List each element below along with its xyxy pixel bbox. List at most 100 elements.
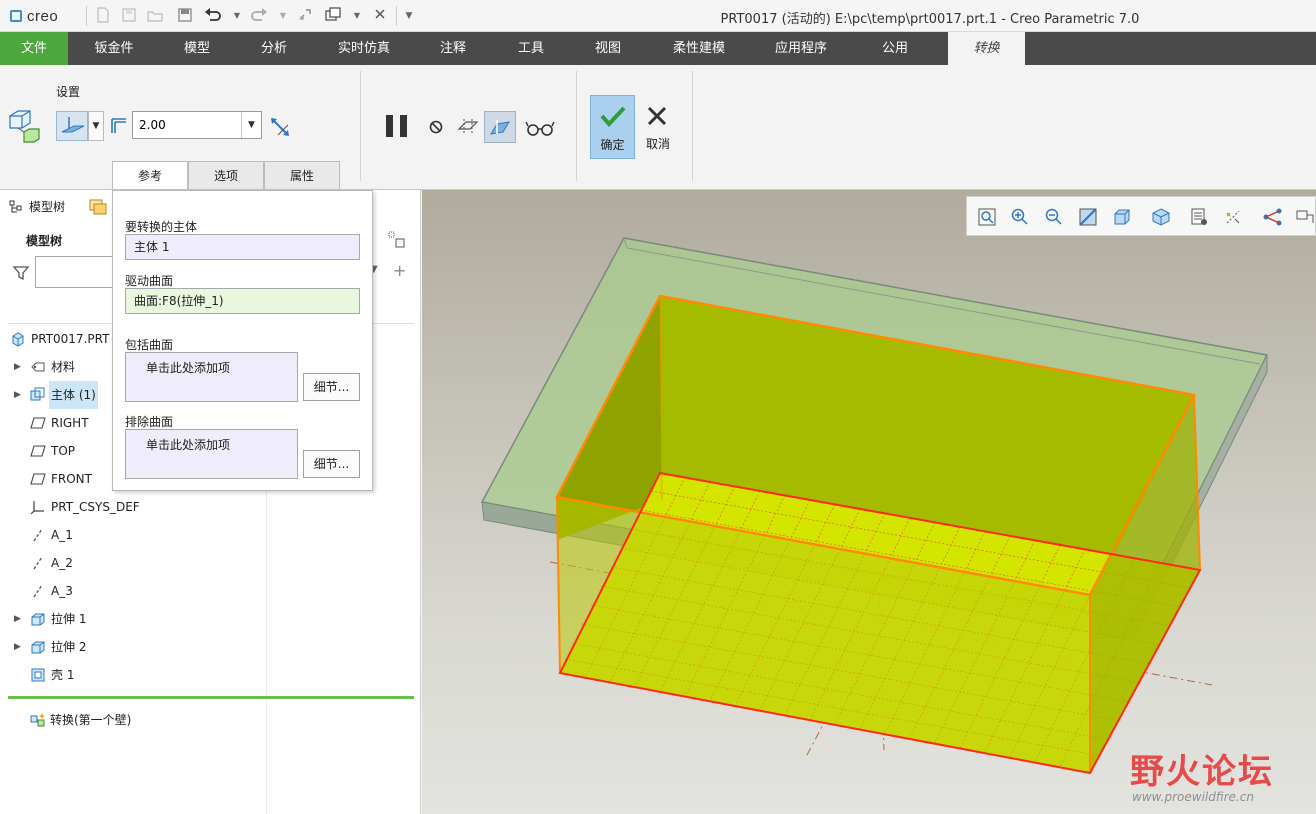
save-icon[interactable] — [176, 7, 194, 25]
creo-logo[interactable]: creo — [10, 7, 58, 25]
tab-tools[interactable]: 工具 — [498, 32, 564, 65]
cancel-label: 取消 — [645, 137, 670, 151]
open-folder-icon[interactable] — [146, 7, 164, 25]
windows-dropdown-icon[interactable]: ▼ — [348, 7, 366, 25]
refit-icon[interactable] — [977, 207, 997, 227]
datum-plane-icon — [30, 445, 46, 457]
thickness-icon — [110, 117, 128, 135]
tab-applications[interactable]: 应用程序 — [760, 32, 842, 65]
open-icon[interactable] — [120, 7, 138, 25]
zoom-out-icon[interactable] — [1044, 207, 1064, 227]
tree-item-extrude-1[interactable]: ▶ 拉伸 1 — [0, 605, 260, 633]
graphics-window[interactable] — [422, 190, 1316, 814]
subtab-properties[interactable]: 属性 — [264, 161, 340, 189]
exclude-surfaces-label: 排除曲面 — [125, 415, 174, 429]
insert-indicator[interactable] — [8, 696, 414, 699]
tree-item-label: 主体 (1) — [49, 381, 98, 409]
tree-settings-icon[interactable] — [387, 230, 407, 250]
tree-item-axis-a1[interactable]: A_1 — [0, 521, 260, 549]
undo-dropdown-icon[interactable]: ▼ — [228, 7, 246, 25]
tab-model[interactable]: 模型 — [165, 32, 229, 65]
view-manager-icon[interactable] — [1189, 207, 1209, 227]
repaint-icon[interactable] — [1078, 207, 1098, 227]
cancel-button[interactable]: 取消 — [638, 95, 678, 159]
body-to-convert-collector[interactable]: 主体 1 — [125, 234, 360, 260]
expand-arrow-icon[interactable]: ▶ — [14, 381, 21, 409]
expand-arrow-icon[interactable]: ▶ — [14, 633, 21, 661]
subtab-references[interactable]: 参考 — [112, 161, 188, 189]
tree-item-extrude-2[interactable]: ▶ 拉伸 2 — [0, 633, 260, 661]
new-file-icon[interactable] — [94, 7, 112, 25]
tab-live-simulation[interactable]: 实时仿真 — [325, 32, 403, 65]
stop-icon[interactable] — [428, 119, 444, 135]
spin-center-icon[interactable] — [1263, 207, 1283, 227]
tab-sheetmetal[interactable]: 钣金件 — [80, 32, 148, 65]
thickness-combo[interactable]: ▼ — [132, 111, 262, 139]
tab-annotate[interactable]: 注释 — [420, 32, 486, 65]
exclude-surfaces-collector[interactable]: 单击此处添加项 — [125, 429, 298, 479]
driving-surface-collector[interactable]: 曲面:F8(拉伸_1) — [125, 288, 360, 314]
subtab-options[interactable]: 选项 — [188, 161, 264, 189]
placement-type-button[interactable] — [56, 111, 88, 141]
shell-icon — [31, 668, 45, 682]
display-style-icon[interactable] — [1112, 207, 1132, 227]
verify-preview-button[interactable] — [484, 111, 516, 143]
filter-icon[interactable] — [12, 264, 30, 282]
saved-orientations-icon[interactable] — [1151, 207, 1171, 227]
glasses-icon[interactable] — [524, 117, 556, 139]
datum-display-icon[interactable] — [1223, 207, 1243, 227]
model-tree-search-input[interactable] — [35, 256, 115, 288]
redo-dropdown-icon[interactable]: ▼ — [274, 7, 292, 25]
tree-item-shell[interactable]: 壳 1 — [0, 661, 260, 689]
ribbon-separator — [576, 71, 577, 181]
tree-item-convert[interactable]: 转换(第一个壁) — [0, 706, 260, 734]
tree-item-csys[interactable]: PRT_CSYS_DEF — [0, 493, 260, 521]
customize-toolbar-icon[interactable]: ▼ — [400, 7, 418, 25]
tab-file[interactable]: 文件 — [0, 32, 68, 65]
tab-model-tree[interactable]: 模型树 — [8, 198, 65, 215]
redo-icon[interactable] — [250, 7, 268, 25]
driving-surface-label: 驱动曲面 — [125, 274, 174, 288]
watermark-title: 野火论坛 — [1130, 752, 1274, 792]
tree-item-label: 转换(第一个壁) — [50, 713, 132, 727]
add-column-icon[interactable]: + — [393, 261, 406, 280]
part-icon — [12, 332, 24, 347]
include-details-button[interactable]: 细节... — [303, 373, 360, 401]
ok-button[interactable]: 确定 — [590, 95, 635, 159]
expand-arrow-icon[interactable]: ▶ — [14, 353, 21, 381]
include-surfaces-collector[interactable]: 单击此处添加项 — [125, 352, 298, 402]
pause-icon[interactable] — [382, 111, 412, 141]
zoom-in-icon[interactable] — [1010, 207, 1030, 227]
tree-item-label: A_3 — [51, 584, 73, 598]
close-window-icon[interactable] — [371, 7, 389, 25]
placement-dropdown-arrow[interactable]: ▼ — [88, 111, 104, 141]
tree-item-label: PRT0017.PRT — [31, 332, 110, 346]
view-toolbar — [966, 196, 1316, 236]
logo-text: creo — [27, 7, 59, 25]
regenerate-icon[interactable] — [296, 7, 314, 25]
axis-icon — [33, 556, 43, 570]
creo-cube-icon — [10, 10, 22, 22]
expand-arrow-icon[interactable]: ▶ — [14, 605, 21, 633]
layers-tab-icon[interactable] — [88, 196, 110, 218]
tab-flexible-modeling[interactable]: 柔性建模 — [660, 32, 738, 65]
model-view[interactable] — [422, 190, 1316, 814]
thickness-dropdown-arrow[interactable]: ▼ — [241, 112, 261, 138]
tree-item-axis-a2[interactable]: A_2 — [0, 549, 260, 577]
datum-plane-icon — [30, 417, 46, 429]
exclude-details-button[interactable]: 细节... — [303, 450, 360, 478]
tab-analysis[interactable]: 分析 — [242, 32, 306, 65]
annotation-display-icon[interactable] — [1295, 207, 1315, 227]
close-icon — [647, 106, 667, 126]
flip-direction-icon[interactable] — [268, 115, 292, 139]
tab-common[interactable]: 公用 — [862, 32, 928, 65]
windows-icon[interactable] — [324, 7, 342, 25]
convert-feature-icon — [30, 713, 45, 727]
preview-geometry-icon[interactable] — [456, 115, 480, 139]
extrude-icon — [31, 641, 45, 654]
thickness-input[interactable] — [133, 112, 241, 138]
tab-convert[interactable]: 转换 — [948, 32, 1025, 65]
undo-icon[interactable] — [204, 7, 222, 25]
tree-item-axis-a3[interactable]: A_3 — [0, 577, 260, 605]
tab-view[interactable]: 视图 — [575, 32, 641, 65]
